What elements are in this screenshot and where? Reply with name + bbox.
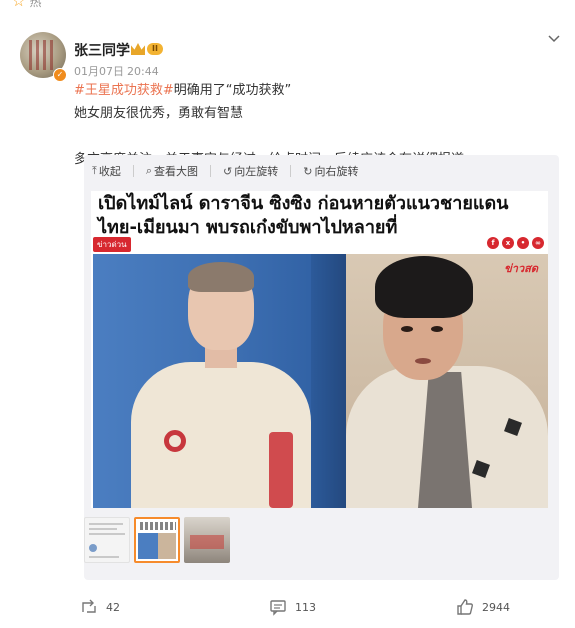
vip-badge[interactable]: II (131, 42, 165, 56)
facebook-icon: f (487, 237, 499, 249)
search-icon: ⌕ (145, 164, 153, 177)
chevron-down-icon[interactable] (547, 30, 561, 44)
twitter-icon: x (502, 237, 514, 249)
line-icon: • (517, 237, 529, 249)
comment-icon (270, 600, 286, 616)
comment-count: 113 (295, 600, 316, 614)
repost-icon (82, 599, 96, 613)
rotate-right-icon: ↻ (303, 164, 313, 178)
photo-person-left (93, 254, 346, 508)
image-toolbar: ⤒ 收起 ⌕ 查看大图 ↺ 向左旋转 ↻ 向右旋转 (84, 155, 559, 187)
article-photo: ข่าวสด (93, 254, 548, 508)
breaking-news-tag: ข่าวด่วน (93, 237, 131, 252)
crown-icon (131, 43, 145, 55)
media-viewer: ⤒ 收起 ⌕ 查看大图 ↺ 向左旋转 ↻ 向右旋转 เปิดไทม์ไลน์ ด… (84, 155, 559, 580)
hashtag-link[interactable]: #王星成功获救# (74, 83, 174, 98)
verified-badge-icon: ✓ (53, 68, 67, 82)
like-count: 2944 (482, 600, 510, 614)
action-bar: 42 113 2944 (0, 594, 575, 628)
post-text-line2: 她女朋友很优秀，勇敢有智慧 (74, 106, 244, 121)
link-icon: ∞ (532, 237, 544, 249)
photo-person-right: ข่าวสด (346, 254, 548, 508)
comment-button[interactable]: 113 (269, 598, 316, 616)
article-screenshot[interactable]: เปิดไทม์ไลน์ ดาราจีน ซิงซิง ก่อนหายตัวแน… (91, 191, 548, 508)
hot-label: ☆ 热 (12, 0, 41, 10)
rotate-left-button[interactable]: ↺ 向左旋转 (223, 163, 278, 179)
share-icons: f x • ∞ (487, 237, 544, 249)
star-icon: ☆ (12, 0, 26, 10)
top-strip: ☆ 热 (0, 0, 575, 14)
article-headline: เปิดไทม์ไลน์ ดาราจีน ซิงซิง ก่อนหายตัวแน… (98, 193, 509, 238)
post-text-line1: #王星成功获救#明确用了“成功获救” (74, 83, 292, 98)
view-large-button[interactable]: ⌕ 查看大图 (146, 163, 198, 179)
username[interactable]: 张三同学 (74, 40, 130, 60)
repost-count: 42 (106, 600, 120, 614)
collapse-button[interactable]: ⤒ 收起 (92, 163, 121, 179)
thumbnail-3[interactable] (184, 517, 230, 563)
hot-text: 热 (29, 0, 42, 9)
thumbnail-1[interactable] (84, 517, 130, 563)
thumbs-up-icon (457, 599, 473, 615)
rotate-left-icon: ↺ (223, 164, 233, 178)
post-timestamp[interactable]: 01月07日 20:44 (74, 63, 159, 79)
vip-level: II (147, 43, 163, 55)
rotate-right-button[interactable]: ↻ 向右旋转 (303, 163, 358, 179)
repost-button[interactable]: 42 (80, 598, 120, 616)
like-button[interactable]: 2944 (456, 598, 510, 616)
thumbnail-strip (84, 517, 230, 563)
collapse-icon: ⤒ (92, 164, 97, 177)
khaosod-logo: ข่าวสด (504, 262, 538, 275)
thumbnail-2-selected[interactable] (134, 517, 180, 563)
